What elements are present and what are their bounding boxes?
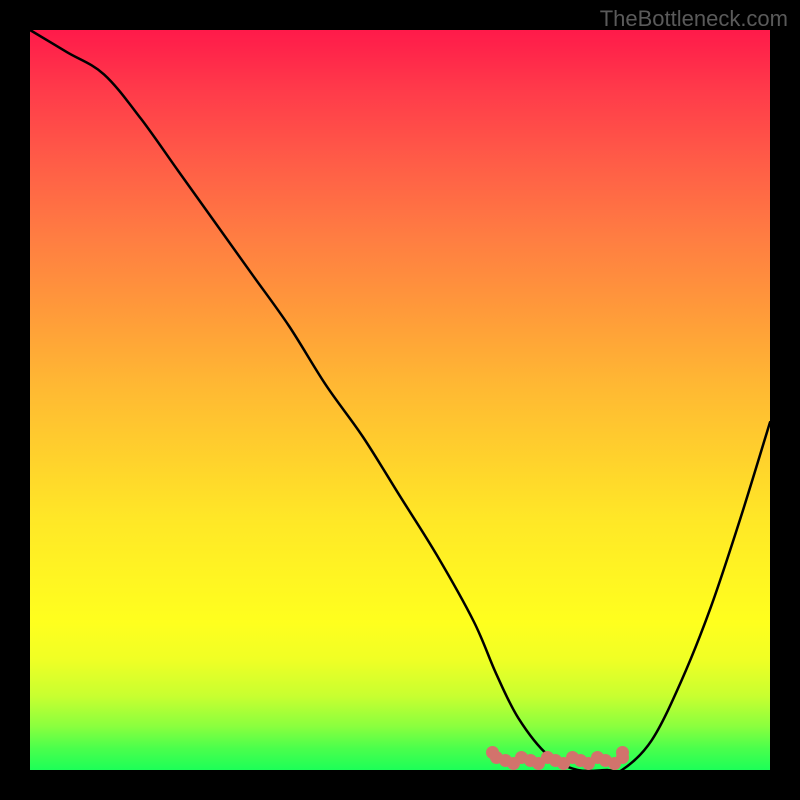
- chart-curve-path: [30, 30, 770, 772]
- chart-curve-svg: [30, 30, 770, 770]
- chart-marker-dot: [616, 746, 629, 759]
- chart-marker-band: [490, 754, 628, 768]
- watermark-text: TheBottleneck.com: [600, 6, 788, 32]
- chart-plot-area: [30, 30, 770, 770]
